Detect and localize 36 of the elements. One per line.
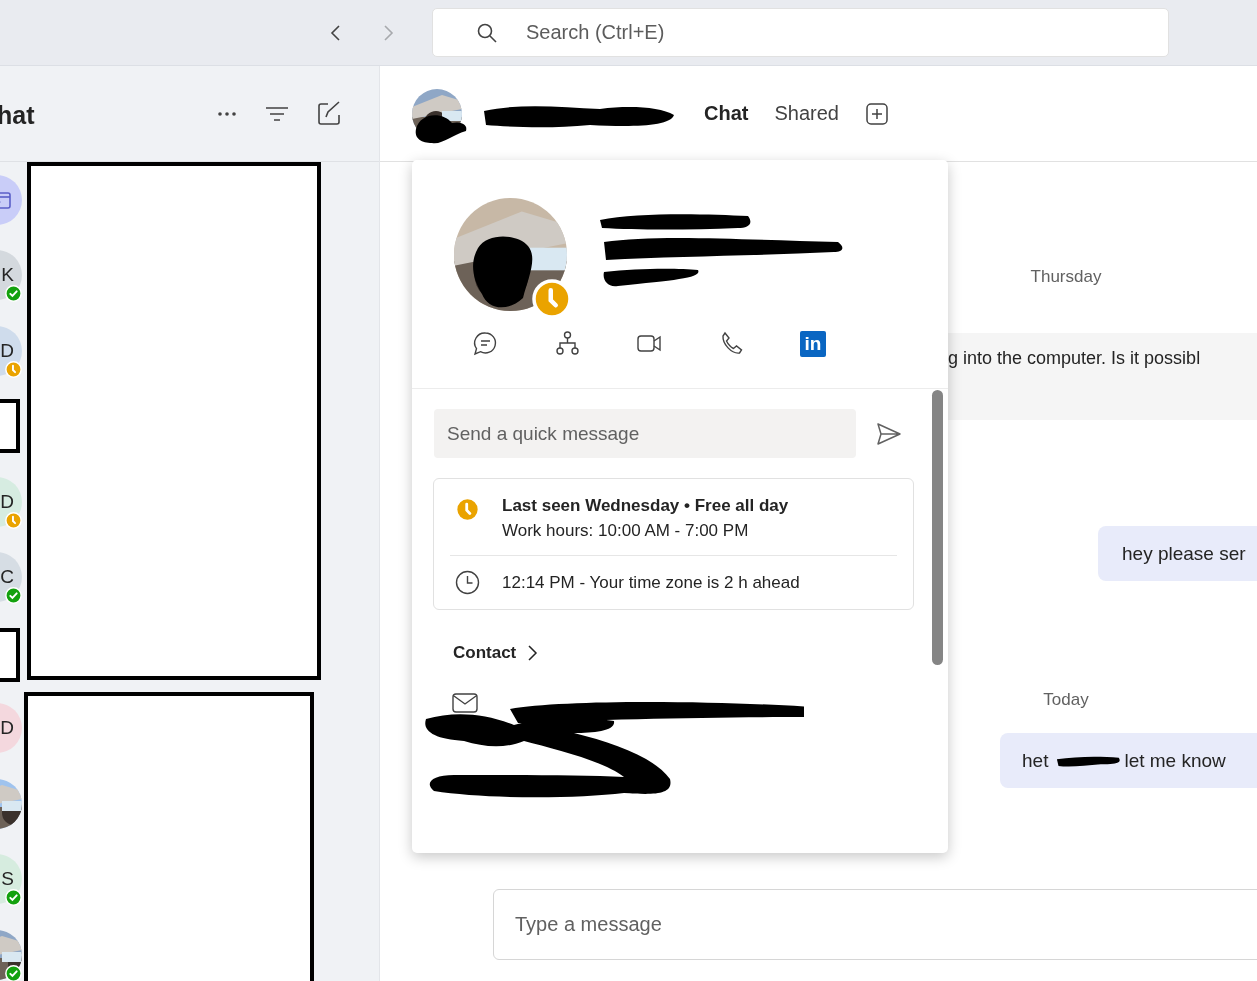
avatar-initial: S (1, 868, 14, 891)
message-text: het (1022, 749, 1049, 772)
scrollbar[interactable] (932, 390, 943, 665)
avatar-initial: D (0, 490, 14, 513)
message-field[interactable]: Type a message (493, 889, 1257, 960)
avatar[interactable]: C (0, 552, 22, 603)
date-divider: Thursday (1029, 267, 1103, 287)
tab[interactable]: Shared (774, 96, 839, 131)
chat-icon[interactable] (472, 330, 499, 357)
contact-link[interactable]: Contact (453, 643, 948, 663)
clock-icon (455, 570, 480, 595)
avatar[interactable]: D (0, 476, 22, 527)
search-icon (476, 22, 498, 44)
avatar[interactable]: K (0, 250, 22, 301)
avatar-initial: K (1, 264, 14, 287)
org-chart-icon[interactable] (554, 330, 581, 357)
message-bubble: g into the computer. Is it possibl (948, 333, 1257, 420)
quick-message-field[interactable]: Send a quick message (434, 409, 856, 458)
avatar[interactable]: D (0, 703, 22, 754)
avatar[interactable]: S (0, 854, 22, 905)
tab[interactable]: Chat (704, 96, 749, 131)
avatar-initial: D (0, 717, 14, 740)
mail-icon (452, 693, 478, 713)
new-chat-icon[interactable] (315, 100, 342, 127)
message-text: let me know (1124, 749, 1226, 772)
work-hours-text: Work hours: 10:00 AM - 7:00 PM (502, 520, 750, 542)
local-time-text: 12:14 PM - Your time zone is 2 h ahead (502, 572, 800, 594)
add-tab-icon[interactable] (864, 101, 889, 126)
message-bubble: hey please ser (1098, 526, 1257, 581)
avatar-initial: C (0, 566, 14, 589)
avatar-initial: D (0, 339, 14, 362)
last-seen-text: Last seen Wednesday • Free all day (502, 495, 789, 517)
search-field[interactable]: Search (Ctrl+E) (432, 8, 1169, 57)
avatar[interactable]: D (0, 325, 22, 376)
linkedin-icon[interactable]: in (800, 330, 826, 357)
date-divider: Today (1042, 690, 1090, 710)
